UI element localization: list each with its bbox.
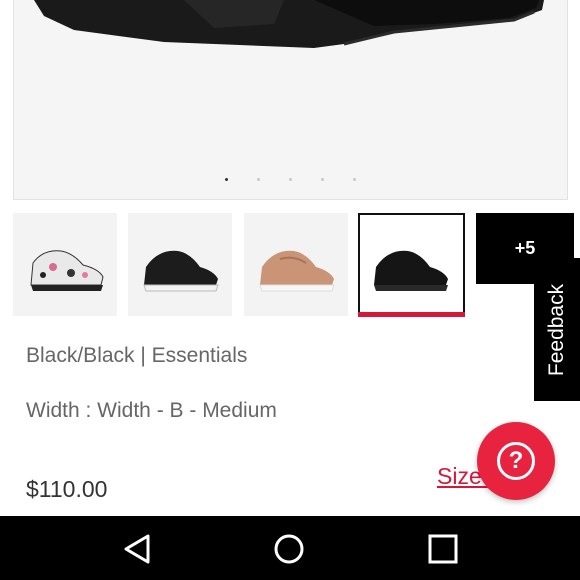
help-button[interactable]: ? (477, 422, 555, 500)
home-circle-icon[interactable] (272, 532, 306, 566)
carousel-dot[interactable] (225, 178, 228, 181)
carousel-dot[interactable] (321, 178, 324, 181)
thumbnail-rose-gold-sneaker[interactable] (244, 213, 348, 316)
selected-underline (358, 312, 465, 317)
system-navigation-bar (0, 516, 580, 580)
recents-square-icon[interactable] (426, 532, 460, 566)
all-black-sneaker-image (374, 250, 448, 291)
shoe-image (34, 0, 544, 48)
back-triangle-icon[interactable] (120, 532, 154, 566)
width-label: Width : Width - B - Medium (26, 399, 277, 422)
thumbnail-black-white-sole-sneaker[interactable] (128, 213, 232, 316)
thumbnail-all-black-sneaker[interactable] (358, 213, 465, 317)
feedback-label: Feedback (545, 283, 569, 376)
carousel-dot[interactable] (353, 178, 356, 181)
feedback-tab[interactable]: Feedback (534, 258, 580, 401)
color-style-label: Black/Black | Essentials (26, 344, 248, 367)
floral-sneaker-image (30, 250, 104, 291)
question-icon: ? (497, 442, 535, 480)
carousel-dots (14, 178, 567, 186)
product-main-image[interactable] (13, 0, 568, 200)
carousel-dot[interactable] (257, 178, 260, 181)
rose-gold-sneaker-image (259, 250, 335, 292)
thumbnail-floral-sneaker[interactable] (13, 213, 117, 316)
carousel-dot[interactable] (289, 178, 292, 181)
black-sneaker-image (143, 250, 219, 292)
price-label: $110.00 (26, 476, 108, 502)
